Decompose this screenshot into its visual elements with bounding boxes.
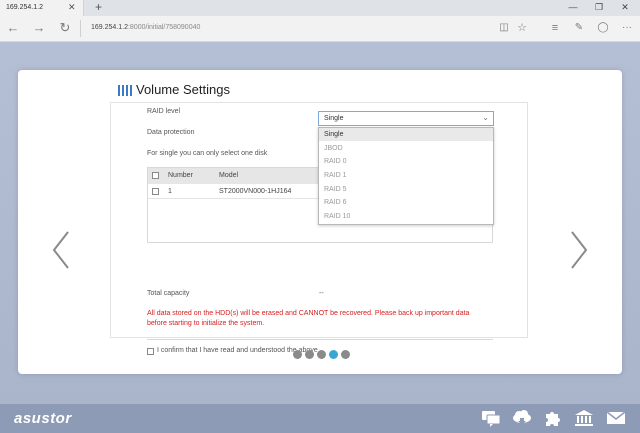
divider bbox=[147, 339, 493, 340]
total-capacity-label: Total capacity bbox=[147, 290, 190, 297]
refresh-icon[interactable]: ↻ bbox=[58, 21, 72, 35]
dropdown-option-jbod[interactable]: JBOD bbox=[319, 142, 493, 155]
step-dot[interactable] bbox=[305, 350, 314, 359]
minimize-icon[interactable]: — bbox=[566, 2, 580, 12]
page-title: Volume Settings bbox=[136, 82, 230, 97]
tab-title: 169.254.1.2 bbox=[6, 4, 43, 11]
column-header-number: Number bbox=[168, 172, 193, 179]
institution-icon[interactable] bbox=[574, 409, 594, 427]
browser-tab[interactable]: 169.254.1.2 ✕ bbox=[0, 0, 84, 16]
share-icon[interactable]: ◯ bbox=[596, 21, 610, 35]
browser-tab-bar: 169.254.1.2 ✕ + — ❐ ✕ bbox=[0, 0, 640, 16]
dropdown-option-single[interactable]: Single bbox=[319, 128, 493, 141]
confirm-checkbox[interactable] bbox=[147, 348, 154, 355]
cloud-download-icon[interactable] bbox=[512, 409, 532, 427]
raid-level-label: RAID level bbox=[147, 108, 181, 115]
step-dot-active[interactable] bbox=[329, 350, 338, 359]
forward-icon[interactable]: → bbox=[32, 21, 46, 35]
favorite-star-icon[interactable]: ☆ bbox=[515, 21, 529, 35]
web-note-icon[interactable]: ✎ bbox=[572, 21, 586, 35]
disk-number: 1 bbox=[168, 188, 172, 195]
dropdown-option-raid10[interactable]: RAID 10 bbox=[319, 210, 493, 223]
tab-close-icon[interactable]: ✕ bbox=[68, 2, 76, 13]
chevron-down-icon: ⌄ bbox=[482, 113, 489, 122]
browser-nav-bar: ← → ↻ 169.254.1.2:8000/initial/758090040… bbox=[0, 16, 640, 42]
url-text: 169.254.1.2:8000/initial/758090040 bbox=[91, 24, 201, 31]
total-capacity-value: -- bbox=[319, 290, 324, 297]
step-dot[interactable] bbox=[341, 350, 350, 359]
reading-view-icon[interactable]: ◫ bbox=[497, 21, 511, 35]
close-window-icon[interactable]: ✕ bbox=[618, 2, 632, 13]
disk-checkbox[interactable] bbox=[152, 188, 159, 195]
dropdown-option-raid5[interactable]: RAID 5 bbox=[319, 183, 493, 196]
page-background: Volume Settings RAID level Data protecti… bbox=[0, 42, 640, 433]
hub-icon[interactable]: ≡ bbox=[548, 21, 562, 35]
dropdown-option-raid1[interactable]: RAID 1 bbox=[319, 169, 493, 182]
select-all-checkbox[interactable] bbox=[152, 172, 159, 179]
raid-level-select[interactable]: Single ⌄ bbox=[318, 111, 494, 126]
column-header-model: Model bbox=[219, 172, 239, 179]
mail-icon[interactable] bbox=[606, 409, 626, 427]
new-tab-icon[interactable]: + bbox=[95, 1, 102, 13]
chat-icon[interactable] bbox=[481, 409, 501, 427]
erase-warning: All data stored on the HDD(s) will be er… bbox=[147, 310, 470, 327]
wizard-card: Volume Settings RAID level Data protecti… bbox=[18, 70, 622, 374]
volume-icon bbox=[118, 85, 132, 96]
data-protection-label: Data protection bbox=[147, 129, 195, 136]
maximize-icon[interactable]: ❐ bbox=[592, 2, 606, 13]
puzzle-icon[interactable] bbox=[543, 409, 563, 427]
disk-model: ST2000VN000-1HJ164 bbox=[219, 188, 292, 195]
address-bar[interactable]: 169.254.1.2:8000/initial/758090040 bbox=[80, 20, 540, 37]
more-icon[interactable]: ··· bbox=[620, 21, 634, 35]
dropdown-option-raid6[interactable]: RAID 6 bbox=[319, 196, 493, 209]
step-dot[interactable] bbox=[317, 350, 326, 359]
footer-bar: asustor bbox=[0, 404, 640, 433]
next-arrow-icon[interactable] bbox=[568, 230, 590, 270]
raid-level-value: Single bbox=[324, 115, 344, 122]
previous-arrow-icon[interactable] bbox=[50, 230, 72, 270]
back-icon[interactable]: ← bbox=[6, 21, 20, 35]
raid-level-dropdown: Single JBOD RAID 0 RAID 1 RAID 5 RAID 6 … bbox=[318, 127, 494, 225]
step-dot[interactable] bbox=[293, 350, 302, 359]
single-disk-hint: For single you can only select one disk bbox=[147, 150, 268, 157]
asustor-logo: asustor bbox=[14, 410, 72, 427]
dropdown-option-raid0[interactable]: RAID 0 bbox=[319, 155, 493, 168]
